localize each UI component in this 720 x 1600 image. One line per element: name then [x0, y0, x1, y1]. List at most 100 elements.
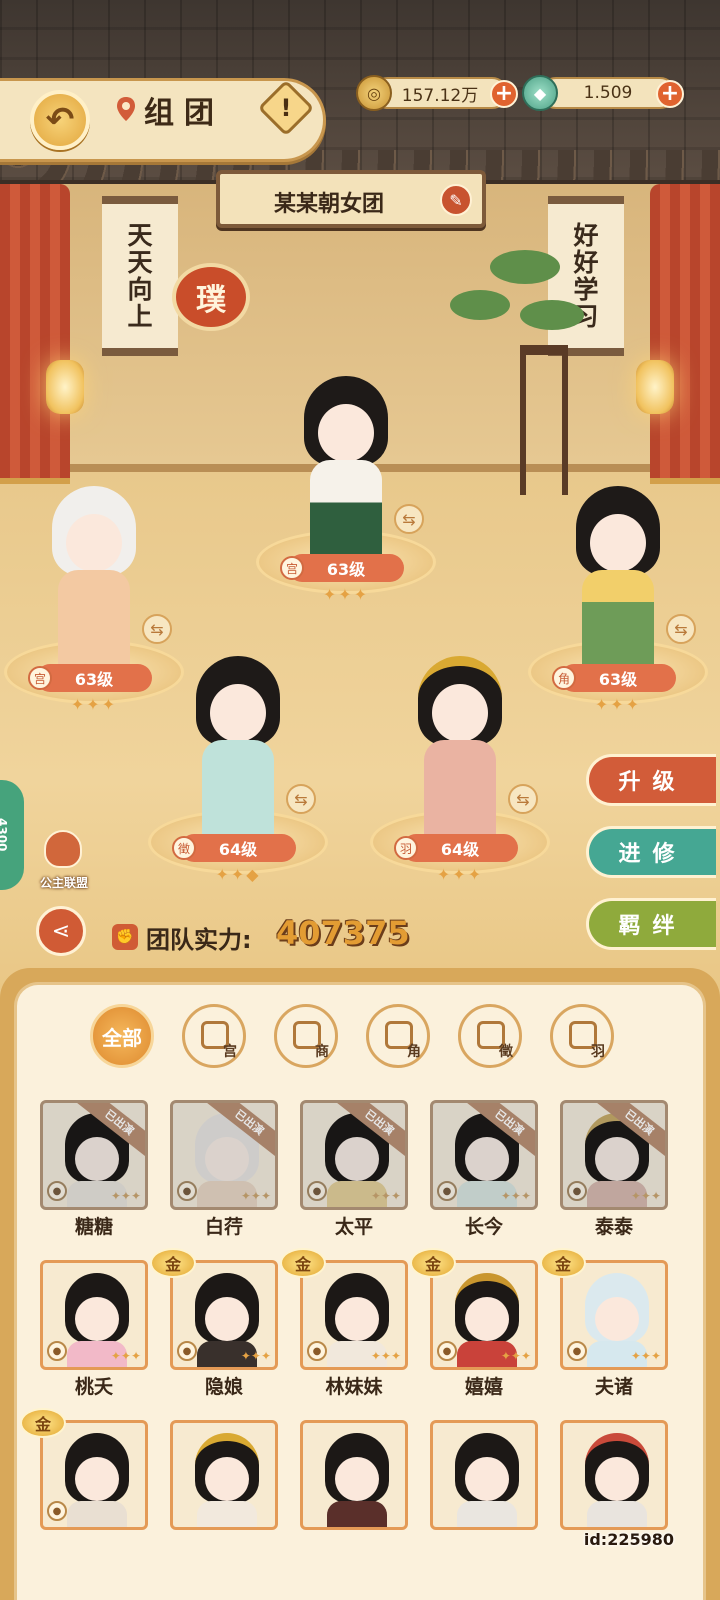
character-card[interactable]: [300, 1420, 408, 1530]
add-coin-button[interactable]: +: [490, 80, 518, 108]
star-rating: ✦✦✦: [240, 1189, 271, 1203]
character-card[interactable]: ● ✦✦✦: [430, 1260, 538, 1370]
filter-yu[interactable]: 羽: [550, 1004, 614, 1068]
character-card[interactable]: ● ✦✦✦: [300, 1260, 408, 1370]
character-card[interactable]: 已出演 ● ✦✦✦: [40, 1100, 148, 1210]
swap-icon[interactable]: ⇆: [666, 614, 696, 644]
swap-icon[interactable]: ⇆: [286, 784, 316, 814]
user-id: id:225980: [583, 1530, 674, 1549]
character-card[interactable]: ●: [40, 1420, 148, 1530]
role-icon: 角: [552, 666, 576, 690]
page-title: 组团: [144, 96, 224, 131]
character-card[interactable]: ● ✦✦✦: [40, 1260, 148, 1370]
thumbs-up-icon: ✊: [112, 924, 138, 950]
filter-label: 商: [315, 1044, 329, 1060]
character-figure[interactable]: [44, 486, 144, 676]
filter-gong[interactable]: 宫: [182, 1004, 246, 1068]
filter-zhi[interactable]: 徵: [458, 1004, 522, 1068]
character-card[interactable]: [170, 1420, 278, 1530]
swap-icon[interactable]: ⇆: [394, 504, 424, 534]
member-slot-2[interactable]: ⇆ 63级 宫 ✦✦✦: [256, 330, 436, 630]
star-rating: ✦✦✦: [436, 865, 484, 884]
filter-label: 徵: [499, 1044, 513, 1060]
role-icon: 徵: [172, 836, 196, 860]
swap-icon[interactable]: ⇆: [508, 784, 538, 814]
filter-jue[interactable]: 角: [366, 1004, 430, 1068]
character-name: 长今: [464, 1216, 503, 1238]
back-button[interactable]: ↶: [30, 90, 90, 150]
level-label: 64级: [402, 834, 518, 862]
character-name: 嬉嬉: [464, 1376, 503, 1398]
brush-icon: ✎: [449, 190, 463, 210]
character-name: 夫诸: [594, 1376, 633, 1398]
star-rating: ✦✦✦: [630, 1349, 661, 1363]
coin-counter: 157.12万: [372, 77, 508, 109]
star-rating: ✦✦✦: [370, 1189, 401, 1203]
character-name: 林妹妹: [325, 1376, 383, 1398]
star-rating: ✦✦◆: [215, 865, 261, 884]
character-card[interactable]: 已出演 ● ✦✦✦: [300, 1100, 408, 1210]
role-icon: ●: [567, 1341, 587, 1361]
role-icon: ●: [437, 1341, 457, 1361]
role-icon: ●: [47, 1341, 67, 1361]
member-slot-4[interactable]: ⇆ 64级 徵 ✦✦◆: [148, 610, 328, 910]
star-rating: ✦✦✦: [594, 695, 642, 714]
gold-rarity-badge: 金: [280, 1248, 326, 1278]
curtain-left: [0, 184, 70, 484]
star-rating: ✦✦✦: [370, 1349, 401, 1363]
member-slot-5[interactable]: ⇆ 64级 羽 ✦✦✦: [370, 610, 550, 910]
filter-shang[interactable]: 商: [274, 1004, 338, 1068]
upgrade-button[interactable]: 升级: [586, 754, 716, 806]
curtain-right: [650, 184, 720, 484]
scroll-char: 好: [573, 221, 599, 250]
team-name: 某某朝女团: [273, 191, 384, 217]
role-icon: 宫: [28, 666, 52, 690]
character-figure[interactable]: [410, 656, 510, 846]
star-rating: ✦✦✦: [322, 585, 370, 604]
role-icon: ●: [307, 1341, 327, 1361]
level-label: 63级: [36, 664, 152, 692]
character-figure[interactable]: [568, 486, 668, 676]
bonsai-icon: [450, 250, 590, 360]
seal-emblem: 璞: [172, 263, 250, 331]
level-label: 64级: [180, 834, 296, 862]
character-card[interactable]: [430, 1420, 538, 1530]
member-slot-3[interactable]: ⇆ 63级 角 ✦✦✦: [528, 440, 708, 740]
share-icon: ⋖: [51, 918, 71, 944]
star-rating: ✦✦✦: [500, 1189, 531, 1203]
character-name: 桃夭: [74, 1376, 113, 1398]
scroll-char: 向: [127, 275, 153, 304]
character-card[interactable]: ● ✦✦✦: [560, 1260, 668, 1370]
character-card[interactable]: 已出演 ● ✦✦✦: [560, 1100, 668, 1210]
edit-team-name-button[interactable]: ✎: [440, 184, 472, 216]
scroll-char: 上: [127, 302, 153, 331]
gold-rarity-badge: 金: [540, 1248, 586, 1278]
share-button[interactable]: ⋖: [36, 906, 86, 956]
advance-button[interactable]: 进修: [586, 826, 716, 878]
character-card[interactable]: ● ✦✦✦: [170, 1260, 278, 1370]
character-card[interactable]: 已出演 ● ✦✦✦: [170, 1100, 278, 1210]
role-icon: ●: [437, 1181, 457, 1201]
character-card[interactable]: [560, 1420, 668, 1530]
character-name: 泰泰: [594, 1216, 633, 1238]
role-icon: ●: [307, 1181, 327, 1201]
character-card[interactable]: 已出演 ● ✦✦✦: [430, 1100, 538, 1210]
gold-rarity-badge: 金: [410, 1248, 456, 1278]
bond-button[interactable]: 羁绊: [586, 898, 716, 950]
role-icon: ●: [567, 1181, 587, 1201]
coin-icon: ◎: [356, 75, 392, 111]
character-name: 糖糖: [74, 1216, 113, 1238]
star-rating: ✦✦✦: [630, 1189, 661, 1203]
character-figure[interactable]: [188, 656, 288, 846]
team-power-value: 407375: [276, 914, 410, 952]
side-drawer-tab[interactable]: 4300: [0, 780, 24, 890]
filter-all[interactable]: 全部: [90, 1004, 154, 1068]
character-figure[interactable]: [296, 376, 396, 566]
star-rating: ✦✦✦: [110, 1189, 141, 1203]
lantern-icon: [636, 360, 674, 414]
add-jade-button[interactable]: +: [656, 80, 684, 108]
gold-rarity-badge: 金: [20, 1408, 66, 1438]
filter-label: 全部: [102, 1025, 142, 1050]
scroll-char: 天: [127, 221, 153, 250]
level-label: 63级: [288, 554, 404, 582]
